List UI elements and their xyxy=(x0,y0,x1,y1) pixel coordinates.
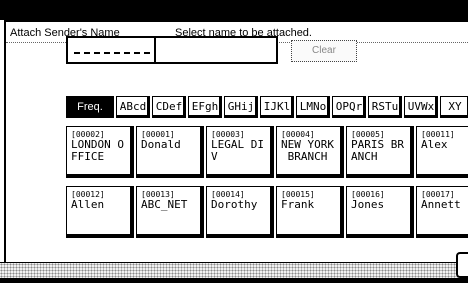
tab-9[interactable]: UVWx xyxy=(404,96,438,118)
name-entry-segment xyxy=(68,38,156,62)
tab-2[interactable]: CDef xyxy=(152,96,186,118)
tab-6[interactable]: LMNo xyxy=(296,96,330,118)
name-key[interactable]: [00015] Frank xyxy=(276,186,344,238)
name-label: Allen xyxy=(71,198,105,211)
name-key[interactable]: [00005] PARIS BR ANCH xyxy=(346,126,414,178)
name-label: Jones xyxy=(351,198,385,211)
name-key[interactable]: [00011] Alex xyxy=(416,126,468,178)
name-key[interactable]: [00002] LONDON O FFICE xyxy=(66,126,134,178)
name-key[interactable]: [00001] Donald xyxy=(136,126,204,178)
name-label: Frank xyxy=(281,198,315,211)
scroll-button[interactable] xyxy=(456,252,468,278)
name-entry-field[interactable] xyxy=(66,36,278,64)
bottom-bar xyxy=(0,278,468,283)
clear-button[interactable]: Clear xyxy=(291,40,357,62)
tab-4[interactable]: GHij xyxy=(224,96,258,118)
name-key[interactable]: [00004] NEW YORK BRANCH xyxy=(276,126,344,178)
status-strip xyxy=(0,262,468,279)
name-key[interactable]: [00016] Jones xyxy=(346,186,414,238)
name-key[interactable]: [00003] LEGAL DI V xyxy=(206,126,274,178)
tab-5[interactable]: IJKl xyxy=(260,96,294,118)
name-key[interactable]: [00012] Allen xyxy=(66,186,134,238)
top-bar xyxy=(0,0,468,20)
tab-1[interactable]: ABcd xyxy=(116,96,150,118)
tab-0[interactable]: Freq. xyxy=(66,96,114,118)
name-label: NEW YORK BRANCH xyxy=(281,138,334,163)
name-key[interactable]: [00013] ABC_NET xyxy=(136,186,204,238)
name-label: LONDON O FFICE xyxy=(71,138,124,163)
name-label: Annett xyxy=(421,198,461,211)
name-label: LEGAL DI V xyxy=(211,138,264,163)
name-key[interactable]: [00014] Dorothy xyxy=(206,186,274,238)
name-label: Donald xyxy=(141,138,181,151)
name-label: Alex xyxy=(421,138,448,151)
entry-placeholder-line xyxy=(74,52,150,54)
tab-3[interactable]: EFgh xyxy=(188,96,222,118)
tab-8[interactable]: RSTu xyxy=(368,96,402,118)
tab-10[interactable]: XY xyxy=(440,96,468,118)
name-key[interactable]: [00017] Annett xyxy=(416,186,468,238)
name-label: ABC_NET xyxy=(141,198,188,211)
tab-7[interactable]: OPQr xyxy=(332,96,366,118)
name-label: Dorothy xyxy=(211,198,258,211)
name-label: PARIS BR ANCH xyxy=(351,138,404,163)
